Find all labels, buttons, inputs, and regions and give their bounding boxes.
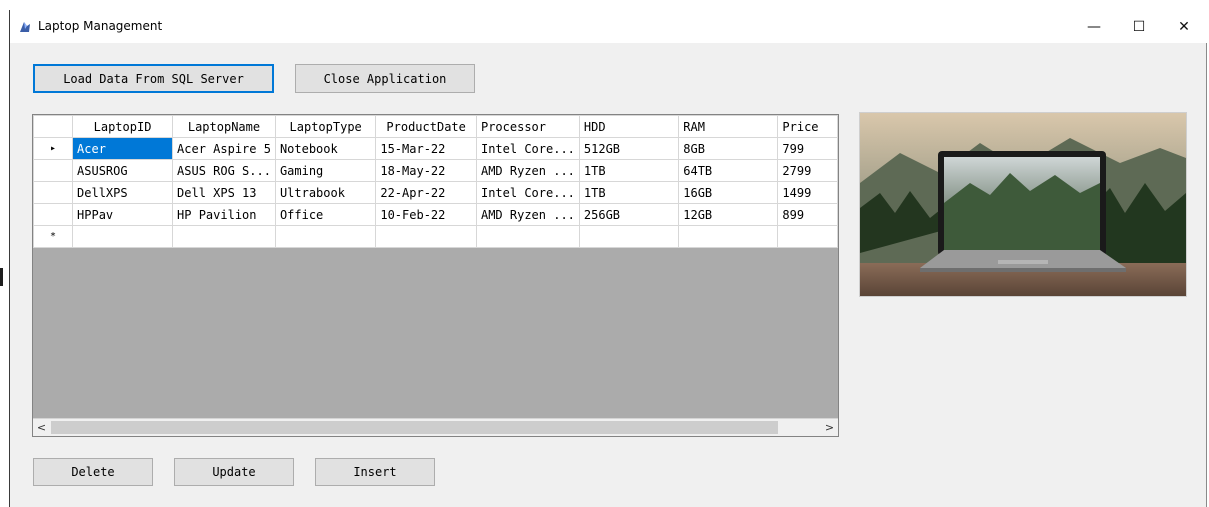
table-cell[interactable]: Intel Core... bbox=[475, 181, 580, 204]
table-cell[interactable] bbox=[375, 225, 477, 248]
table-cell[interactable]: HP Pavilion bbox=[172, 203, 276, 226]
insert-button[interactable]: Insert bbox=[315, 458, 435, 486]
corner-header-cell[interactable] bbox=[33, 115, 74, 138]
background-window-edge bbox=[0, 10, 9, 507]
table-row[interactable]: DellXPS Dell XPS 13 Ultrabook 22-Apr-22 … bbox=[33, 181, 838, 204]
table-cell[interactable]: HPPav bbox=[72, 203, 174, 226]
column-header-laptopname[interactable]: LaptopName bbox=[172, 115, 276, 138]
table-cell[interactable]: Ultrabook bbox=[274, 181, 377, 204]
column-header-price[interactable]: Price bbox=[777, 115, 838, 138]
table-cell[interactable]: Gaming bbox=[274, 159, 377, 182]
table-cell[interactable]: 899 bbox=[777, 203, 838, 226]
table-cell[interactable]: 10-Feb-22 bbox=[375, 203, 477, 226]
table-cell[interactable] bbox=[72, 225, 174, 248]
background-edge-mark bbox=[0, 268, 3, 286]
table-cell[interactable]: 8GB bbox=[678, 137, 779, 160]
column-header-laptopid[interactable]: LaptopID bbox=[72, 115, 174, 138]
table-cell[interactable]: 512GB bbox=[578, 137, 680, 160]
maximize-button[interactable]: ☐ bbox=[1116, 10, 1162, 43]
table-cell[interactable]: 2799 bbox=[777, 159, 838, 182]
scroll-right-button[interactable]: > bbox=[821, 419, 838, 436]
row-header-cell[interactable] bbox=[33, 181, 74, 204]
table-cell[interactable]: 12GB bbox=[678, 203, 779, 226]
column-header-hdd[interactable]: HDD bbox=[578, 115, 680, 138]
table-cell[interactable]: 22-Apr-22 bbox=[375, 181, 477, 204]
table-cell[interactable]: Office bbox=[274, 203, 377, 226]
table-cell[interactable]: 1TB bbox=[578, 159, 680, 182]
grid-table: LaptopID LaptopName LaptopType ProductDa… bbox=[33, 115, 838, 248]
column-header-productdate[interactable]: ProductDate bbox=[375, 115, 477, 138]
table-cell[interactable] bbox=[475, 225, 580, 248]
table-cell[interactable]: Acer Aspire 5 bbox=[172, 137, 276, 160]
close-application-button[interactable]: Close Application bbox=[295, 64, 475, 93]
table-cell[interactable]: 1TB bbox=[578, 181, 680, 204]
column-header-processor[interactable]: Processor bbox=[475, 115, 580, 138]
table-cell[interactable]: 15-Mar-22 bbox=[375, 137, 477, 160]
table-cell[interactable]: 256GB bbox=[578, 203, 680, 226]
table-row[interactable]: HPPav HP Pavilion Office 10-Feb-22 AMD R… bbox=[33, 203, 838, 226]
row-header-cell[interactable] bbox=[33, 203, 74, 226]
background-window-strip bbox=[0, 0, 1209, 10]
app-icon bbox=[20, 22, 30, 32]
delete-button[interactable]: Delete bbox=[33, 458, 153, 486]
scrollbar-thumb[interactable] bbox=[51, 421, 778, 434]
scroll-left-button[interactable]: < bbox=[33, 419, 50, 436]
table-cell[interactable]: ASUS ROG S... bbox=[172, 159, 276, 182]
header-row: LaptopID LaptopName LaptopType ProductDa… bbox=[33, 115, 838, 138]
table-cell[interactable]: Intel Core... bbox=[475, 137, 580, 160]
table-cell[interactable]: 799 bbox=[777, 137, 838, 160]
column-header-laptoptype[interactable]: LaptopType bbox=[274, 115, 377, 138]
table-cell[interactable] bbox=[678, 225, 779, 248]
table-cell[interactable]: 1499 bbox=[777, 181, 838, 204]
current-row-indicator[interactable]: ▸ bbox=[33, 137, 74, 160]
load-data-button[interactable]: Load Data From SQL Server bbox=[33, 64, 274, 93]
table-cell[interactable] bbox=[578, 225, 680, 248]
laptop-image bbox=[859, 112, 1187, 297]
table-row[interactable]: ▸ Acer Acer Aspire 5 Notebook 15-Mar-22 … bbox=[33, 137, 838, 160]
table-cell[interactable]: Notebook bbox=[274, 137, 377, 160]
new-row-indicator[interactable]: * bbox=[33, 225, 74, 248]
table-cell[interactable]: AMD Ryzen ... bbox=[475, 159, 580, 182]
row-header-cell[interactable] bbox=[33, 159, 74, 182]
table-cell[interactable] bbox=[172, 225, 276, 248]
table-cell[interactable]: 64TB bbox=[678, 159, 779, 182]
update-button[interactable]: Update bbox=[174, 458, 294, 486]
app-window: Laptop Management — ☐ ✕ Load Data From S… bbox=[9, 10, 1207, 507]
table-cell[interactable]: Acer bbox=[72, 137, 174, 160]
table-cell[interactable] bbox=[274, 225, 377, 248]
column-header-ram[interactable]: RAM bbox=[678, 115, 779, 138]
horizontal-scrollbar[interactable]: < > bbox=[33, 418, 838, 436]
table-cell[interactable]: DellXPS bbox=[72, 181, 174, 204]
table-cell[interactable]: Dell XPS 13 bbox=[172, 181, 276, 204]
table-row[interactable]: ASUSROG ASUS ROG S... Gaming 18-May-22 A… bbox=[33, 159, 838, 182]
window-title: Laptop Management bbox=[38, 19, 163, 33]
table-cell[interactable]: ASUSROG bbox=[72, 159, 174, 182]
table-cell[interactable] bbox=[777, 225, 838, 248]
table-cell[interactable]: AMD Ryzen ... bbox=[475, 203, 580, 226]
title-bar[interactable]: Laptop Management — ☐ ✕ bbox=[10, 10, 1207, 43]
table-cell[interactable]: 18-May-22 bbox=[375, 159, 477, 182]
close-window-button[interactable]: ✕ bbox=[1161, 10, 1207, 43]
table-cell[interactable]: 16GB bbox=[678, 181, 779, 204]
laptop-data-grid[interactable]: LaptopID LaptopName LaptopType ProductDa… bbox=[32, 114, 839, 437]
new-row[interactable]: * bbox=[33, 225, 838, 248]
minimize-button[interactable]: — bbox=[1071, 10, 1117, 43]
